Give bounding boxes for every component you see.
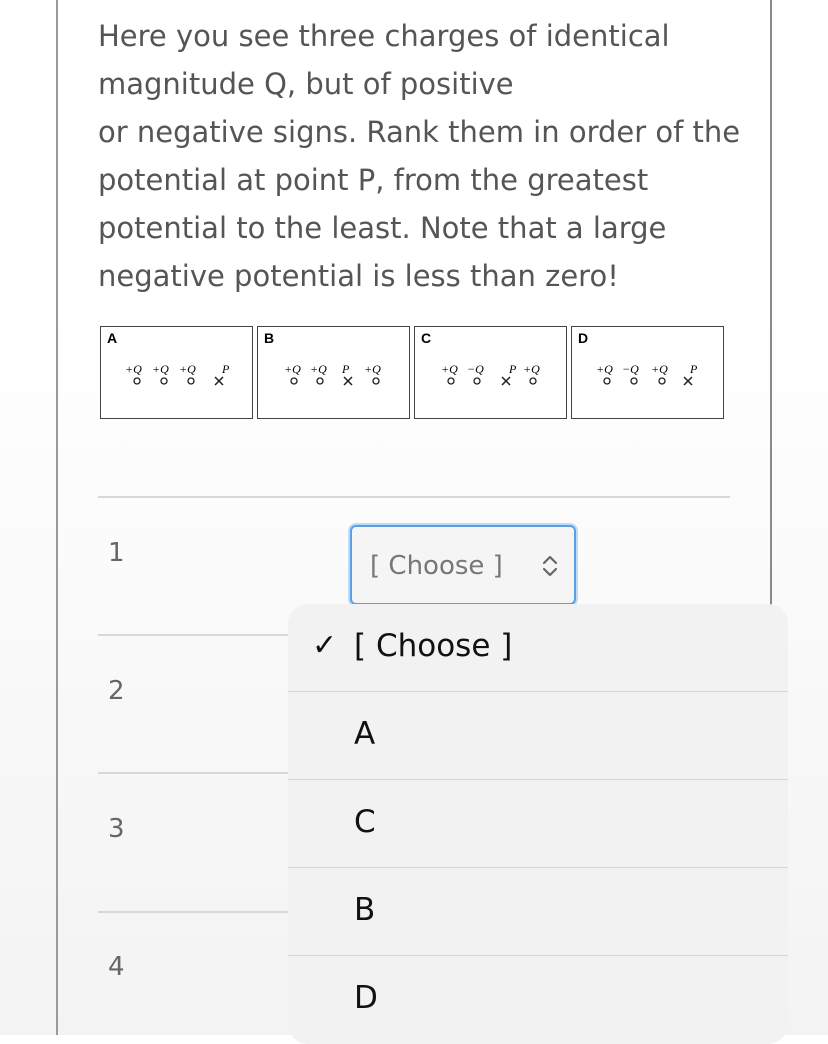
divider xyxy=(98,772,290,774)
figure-label: C xyxy=(421,330,431,346)
dropdown-option-choose[interactable]: ✓ [ Choose ] xyxy=(288,604,788,692)
charge-label: +Q xyxy=(523,362,540,376)
divider xyxy=(98,496,730,498)
question-text: Here you see three charges of identical … xyxy=(98,12,741,300)
option-label: D xyxy=(354,980,378,1016)
figure-d: D +Q −Q +Q P xyxy=(571,326,724,419)
option-label: A xyxy=(354,716,376,752)
charge-circle xyxy=(529,377,537,385)
rank-1-select[interactable]: [ Choose ] xyxy=(350,525,576,605)
point-label: P xyxy=(341,362,350,376)
question-line: potential at point P, from the greatest xyxy=(98,163,649,197)
point-marker xyxy=(501,376,511,386)
point-label: P xyxy=(508,362,517,376)
figure-label: D xyxy=(578,330,588,346)
divider xyxy=(98,634,290,636)
dropdown-option-c[interactable]: C xyxy=(288,780,788,868)
charge-label: +Q xyxy=(152,362,169,376)
charge-circle xyxy=(630,377,638,385)
question-line: negative potential is less than zero! xyxy=(98,259,619,293)
point-marker xyxy=(343,376,353,386)
charge-label: +Q xyxy=(179,362,196,376)
charge-label: +Q xyxy=(364,362,381,376)
rank-label-1: 1 xyxy=(108,538,125,568)
figure-a: A +Q +Q +Q P xyxy=(100,326,253,419)
dropdown-option-b[interactable]: B xyxy=(288,868,788,956)
point-label: P xyxy=(221,362,230,376)
figure-label: A xyxy=(107,330,117,346)
dropdown-option-a[interactable]: A xyxy=(288,692,788,780)
charge-label: −Q xyxy=(622,362,639,376)
chevron-up-down-icon xyxy=(540,553,560,583)
option-label: B xyxy=(354,892,376,928)
rank-label-2: 2 xyxy=(108,676,125,706)
charge-circle xyxy=(372,377,380,385)
figure-b: B +Q +Q P +Q xyxy=(257,326,410,419)
charge-figures: A +Q +Q +Q P B +Q +Q P +Q C +Q −Q P +Q D… xyxy=(100,326,726,421)
point-marker xyxy=(214,376,224,386)
charge-circle xyxy=(447,377,455,385)
charge-circle xyxy=(473,377,481,385)
figure-b-diagram: B +Q +Q P +Q xyxy=(264,330,381,386)
charge-label: +Q xyxy=(596,362,613,376)
charge-label: +Q xyxy=(125,362,142,376)
charge-circle xyxy=(658,377,666,385)
checkmark-icon: ✓ xyxy=(312,628,338,663)
figure-a-diagram: A +Q +Q +Q P xyxy=(107,330,230,386)
dropdown-option-d[interactable]: D xyxy=(288,956,788,1044)
select-value: [ Choose ] xyxy=(370,551,503,581)
charge-label: +Q xyxy=(284,362,301,376)
option-label: C xyxy=(354,804,376,840)
charge-label: −Q xyxy=(467,362,484,376)
rank-label-4: 4 xyxy=(108,952,125,982)
charge-circle xyxy=(187,377,195,385)
rank-label-3: 3 xyxy=(108,814,125,844)
question-line: magnitude Q, but of positive xyxy=(98,67,514,101)
point-label: P xyxy=(689,362,698,376)
select-dropdown-menu: ✓ [ Choose ] A C B D xyxy=(288,604,788,1044)
content-left-border xyxy=(56,0,58,1035)
figure-c: C +Q −Q P +Q xyxy=(414,326,567,419)
charge-circle xyxy=(603,377,611,385)
figure-label: B xyxy=(264,330,274,346)
charge-circle xyxy=(133,377,141,385)
charge-circle xyxy=(160,377,168,385)
figure-d-diagram: D +Q −Q +Q P xyxy=(578,330,698,386)
charge-label: +Q xyxy=(441,362,458,376)
question-line: potential to the least. Note that a larg… xyxy=(98,211,667,245)
divider xyxy=(98,911,290,913)
charge-label: +Q xyxy=(651,362,668,376)
figure-c-diagram: C +Q −Q P +Q xyxy=(421,330,540,386)
question-line: or negative signs. Rank them in order of… xyxy=(98,115,741,149)
charge-circle xyxy=(290,377,298,385)
charge-label: +Q xyxy=(310,362,327,376)
charge-circle xyxy=(316,377,324,385)
point-marker xyxy=(683,376,693,386)
question-line: Here you see three charges of identical xyxy=(98,19,670,53)
option-label: [ Choose ] xyxy=(354,628,513,664)
